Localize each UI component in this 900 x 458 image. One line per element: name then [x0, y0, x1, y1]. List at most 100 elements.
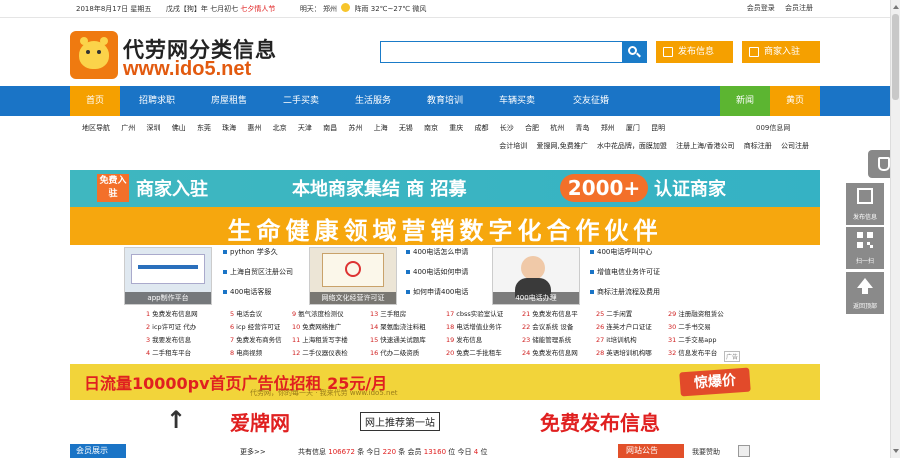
nav-dating[interactable]: 交友征婚 [554, 86, 628, 116]
register-link[interactable]: 会员注册 [785, 4, 813, 12]
list-item[interactable]: python 学多久 [222, 246, 293, 266]
more-link[interactable]: 更多>> [240, 447, 266, 457]
nav-news[interactable]: 新闻 [720, 86, 770, 116]
city-link[interactable]: 珠海 [222, 124, 236, 132]
grid-link[interactable]: 31 二手交易app [668, 334, 717, 344]
city-link[interactable]: 杭州 [550, 124, 564, 132]
city-link[interactable]: 北京 [273, 124, 287, 132]
grid-link[interactable]: 1 免费发布信息网 [146, 308, 198, 318]
city-link[interactable]: 重庆 [449, 124, 463, 132]
vip-showcase-tab[interactable]: 会员展示 [70, 444, 126, 458]
city-link[interactable]: 长沙 [500, 124, 514, 132]
list-item[interactable]: 上海自贸区注册公司 [222, 266, 293, 286]
grid-link[interactable]: 4 二手租车平台 [146, 347, 191, 357]
weather-city[interactable]: 郑州 [323, 5, 337, 13]
city-link[interactable]: 惠州 [247, 124, 261, 132]
list-item[interactable]: 400电话客服 [222, 286, 293, 306]
friend-link[interactable]: 爱搜网,免费推广 [536, 142, 587, 150]
friend-link[interactable]: 会计培训 [499, 142, 527, 150]
list-item[interactable]: 400电话怎么申请 [405, 246, 468, 266]
scroll-thumb[interactable] [892, 14, 899, 100]
grid-link[interactable]: 29 注册融资租赁公 [668, 308, 724, 318]
friend-link[interactable]: 商标注册 [744, 142, 772, 150]
thumb-license[interactable]: 网络文化经营许可证 [309, 247, 397, 305]
search-input[interactable] [381, 42, 621, 62]
city-link[interactable]: 无锡 [399, 124, 413, 132]
grid-link[interactable]: 8 电商视频 [230, 347, 262, 357]
thumb-400-phone[interactable]: 400电话办理 [492, 247, 580, 305]
friend-link[interactable]: 水中花品牌，面膜加盟 [597, 142, 667, 150]
search-button[interactable] [622, 42, 646, 62]
grid-link[interactable]: 26 连英才户口证证 [596, 321, 652, 331]
scroll-up-button[interactable] [892, 2, 900, 12]
nav-secondhand[interactable]: 二手买卖 [266, 86, 336, 116]
page-scrollbar[interactable] [890, 0, 900, 458]
grid-link[interactable]: 21 免费发布信息平 [522, 308, 578, 318]
city-link[interactable]: 厦门 [626, 124, 640, 132]
grid-link[interactable]: 5 电话会议 [230, 308, 262, 318]
grid-link[interactable]: 9 氨气浓度检测仪 [292, 308, 344, 318]
grid-link[interactable]: 22 会议系统 设备 [522, 321, 573, 331]
list-item[interactable]: 400电话如何申请 [405, 266, 468, 286]
grid-link[interactable]: 13 三手租房 [370, 308, 406, 318]
list-item[interactable]: 增值电信业务许可证 [589, 266, 660, 286]
grid-link[interactable]: 20 免费二手批租车 [446, 347, 502, 357]
grid-link[interactable]: 30 二手书交易 [668, 321, 711, 331]
logo-url[interactable]: www.ido5.net [123, 58, 251, 81]
city-link[interactable]: 郑州 [601, 124, 615, 132]
sponsor-link[interactable]: 我要赞助 [692, 447, 720, 457]
merchant-join-button[interactable]: 商家入驻 [742, 41, 820, 63]
post-info-button[interactable]: 发布信息 [656, 41, 733, 63]
city-link[interactable]: 南昌 [323, 124, 337, 132]
logo-icon[interactable] [70, 31, 118, 79]
grid-link[interactable]: 28 英语培训机构哪 [596, 347, 652, 357]
grid-link[interactable]: 18 电话增值业务许 [446, 321, 502, 331]
grid-link[interactable]: 7 免费发布商务信 [230, 334, 282, 344]
list-item[interactable]: 如何申请400电话 [405, 286, 468, 306]
city-link[interactable]: 昆明 [651, 124, 665, 132]
grid-link[interactable]: 27 it培训机构 [596, 334, 637, 344]
thumb-app-platform[interactable]: app制作平台 [124, 247, 212, 305]
city-link[interactable]: 佛山 [172, 124, 186, 132]
login-link[interactable]: 会员登录 [747, 4, 775, 12]
grid-link[interactable]: 24 免费发布信息网 [522, 347, 578, 357]
nav-jobs[interactable]: 招聘求职 [124, 86, 190, 116]
grid-link[interactable]: 25 二手闲置 [596, 308, 632, 318]
grid-link[interactable]: 3 我要发布信息 [146, 334, 191, 344]
grid-link[interactable]: 11 上海租赁写字楼 [292, 334, 348, 344]
scroll-down-button[interactable] [892, 446, 900, 456]
city-link[interactable]: 苏州 [348, 124, 362, 132]
grid-link[interactable]: 10 免费网络推广 [292, 321, 341, 331]
merchant-banner[interactable]: 免费入驻 商家入驻 本地商家集结 商 招募 2000+ 认证商家 [70, 170, 820, 207]
aipai-banner[interactable]: ↑ 爱牌网 网上推荐第一站 免费发布信息 [160, 404, 740, 436]
health-banner[interactable]: 生命健康领域营销数字化合作伙伴 [70, 207, 820, 245]
float-post-button[interactable]: 发布信息 [846, 183, 884, 225]
friend-link[interactable]: 注册上海/香港公司 [676, 142, 734, 150]
float-qr-button[interactable]: 扫一扫 [846, 227, 884, 269]
grid-link[interactable]: 17 cbss实验室认证 [446, 308, 503, 318]
grid-link[interactable]: 23 储能管理系统 [522, 334, 571, 344]
city-link[interactable]: 上海 [374, 124, 388, 132]
nav-home[interactable]: 首页 [70, 86, 120, 116]
grid-link[interactable]: 15 快速通关试题库 [370, 334, 426, 344]
list-item[interactable]: 商标注册流程及费用 [589, 286, 660, 306]
city-link[interactable]: 南京 [424, 124, 438, 132]
list-item[interactable]: 400电话呼叫中心 [589, 246, 660, 266]
grid-link[interactable]: 19 发布信息 [446, 334, 482, 344]
city-link[interactable]: 天津 [298, 124, 312, 132]
nav-life-service[interactable]: 生活服务 [338, 86, 408, 116]
grid-link[interactable]: 16 代办二级资质 [370, 347, 419, 357]
city-link[interactable]: 深圳 [146, 124, 160, 132]
city-link[interactable]: 成都 [475, 124, 489, 132]
back-to-top-button[interactable]: 返回顶部 [846, 272, 884, 314]
nav-yellow-pages[interactable]: 黄页 [770, 86, 820, 116]
city-link[interactable]: 东莞 [197, 124, 211, 132]
grid-link[interactable]: 12 二手仪器仪表检 [292, 347, 348, 357]
grid-link[interactable]: 2 icp许可证 代办 [146, 321, 196, 331]
nav-education[interactable]: 教育培训 [410, 86, 480, 116]
nav-vehicles[interactable]: 车辆买卖 [482, 86, 552, 116]
notice-tab[interactable]: 网站公告 [618, 444, 684, 458]
ad-rental-banner[interactable]: 日流量10000pv首页广告位招租 25元/月 代劳网，你的每一天 · 我来代劳… [70, 364, 820, 400]
grid-link[interactable]: 6 icp 经营许可证 [230, 321, 280, 331]
city-link[interactable]: 青岛 [575, 124, 589, 132]
